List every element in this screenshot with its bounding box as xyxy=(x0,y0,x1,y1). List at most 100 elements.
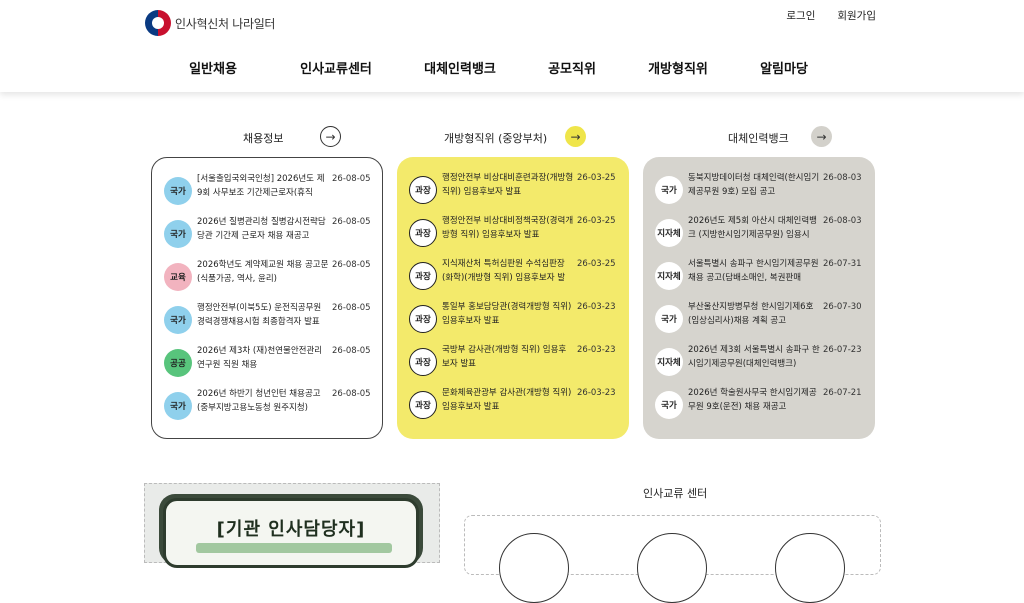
item-date: 26-07-30 xyxy=(823,302,862,312)
item-title: 동북지방데이터청 대체인력(한시임기제공무원 9호) 모집 공고 xyxy=(688,173,820,197)
category-badge: 국가 xyxy=(164,392,192,420)
category-badge: 과장 xyxy=(409,262,437,290)
main-nav: 일반채용 인사교류센터 대체인력뱅크 공모직위 개방형직위 알림마당 xyxy=(0,58,1024,78)
list-item[interactable]: 국가 [서울출입국외국인청] 2026년도 제9회 사무보조 기간제근로자(휴직 2… xyxy=(164,172,372,215)
hr-exchange-circle-1[interactable] xyxy=(499,533,569,603)
utility-nav: 로그인 회원가입 xyxy=(786,8,876,23)
item-title: 통일부 홍보담당관(경력개방형 직위) 임용후보자 발표 xyxy=(442,302,572,326)
list-item[interactable]: 국가 부산울산지방병무청 한시임기제6호(임상심리사)채용 계획 공고 26-07-… xyxy=(655,300,865,343)
list-item[interactable]: 과장 행정안전부 비상대비정책국장(경력개방형 직위) 임용후보자 발표 26-03… xyxy=(409,214,619,257)
nav-hr-exchange[interactable]: 인사교류센터 xyxy=(300,58,372,77)
item-date: 26-03-23 xyxy=(577,388,616,398)
nav-notice[interactable]: 알림마당 xyxy=(760,58,808,77)
list-item[interactable]: 공공 2026년 제3차 (재)천연물안전관리연구원 직원 채용 26-08-05 xyxy=(164,344,372,387)
item-title: 2026년 하반기 청년인턴 채용공고(중부지방고용노동청 원주지청) xyxy=(197,389,321,413)
item-title: 행정안전부 비상대비훈련과장(개방형 직위) 임용후보자 발표 xyxy=(442,173,574,197)
list-item[interactable]: 지자체 2026년도 제5회 아산시 대체인력뱅크 (지방한시임기제공무원) 임용… xyxy=(655,214,865,257)
item-date: 26-07-21 xyxy=(823,388,862,398)
item-date: 26-03-23 xyxy=(577,302,616,312)
nav-general-recruit[interactable]: 일반채용 xyxy=(189,58,237,77)
item-date: 26-07-23 xyxy=(823,345,862,355)
category-badge: 국가 xyxy=(164,177,192,205)
item-title: 2026년 제3회 서울특별시 송파구 한시임기제공무원(대체인력뱅크) xyxy=(688,345,820,369)
hr-exchange-circle-3[interactable] xyxy=(775,533,845,603)
hr-exchange-section-title: 인사교류 센터 xyxy=(643,487,708,500)
substitute-bank-header: 대체인력뱅크 → xyxy=(643,126,875,148)
category-badge: 과장 xyxy=(409,391,437,419)
category-badge: 지자체 xyxy=(655,348,683,376)
list-item[interactable]: 과장 문화체육관광부 감사관(개방형 직위) 임용후보자 발표 26-03-23 xyxy=(409,386,619,429)
item-date: 26-08-05 xyxy=(332,389,371,399)
item-date: 26-08-05 xyxy=(332,346,371,356)
item-date: 26-07-31 xyxy=(823,259,862,269)
item-title: [서울출입국외국인청] 2026년도 제9회 사무보조 기간제근로자(휴직 xyxy=(197,174,325,198)
hr-exchange-circle-2[interactable] xyxy=(637,533,707,603)
recruit-info-panel: 국가 [서울출입국외국인청] 2026년도 제9회 사무보조 기간제근로자(휴직 2… xyxy=(151,157,383,439)
item-date: 26-08-03 xyxy=(823,216,862,226)
list-item[interactable]: 국가 2026년 하반기 청년인턴 채용공고(중부지방고용노동청 원주지청) 26-… xyxy=(164,387,372,430)
item-title: 2026학년도 계약제교원 채용 공고문(식품가공, 역사, 윤리) xyxy=(197,260,329,284)
list-item[interactable]: 국가 행정안전부(이북5도) 운전직공무원 경력경쟁채용시험 최종합격자 발표 26… xyxy=(164,301,372,344)
list-item[interactable]: 국가 동북지방데이터청 대체인력(한시임기제공무원 9호) 모집 공고 26-08-… xyxy=(655,171,865,214)
open-position-panel: 과장 행정안전부 비상대비훈련과장(개방형 직위) 임용후보자 발표 26-03-2… xyxy=(397,157,629,439)
item-title: 지식재산처 특허심판원 수석심판장(화학)(개방형 직위) 임용후보자 발 xyxy=(442,259,566,283)
open-position-more-arrow-icon[interactable]: → xyxy=(565,126,586,147)
item-date: 26-08-05 xyxy=(332,260,371,270)
item-title: 국방부 감사관(개방형 직위) 임용후보자 발표 xyxy=(442,345,567,369)
site-logo[interactable]: 인사혁신처 나라일터 xyxy=(145,10,275,36)
login-link[interactable]: 로그인 xyxy=(786,8,815,23)
list-item[interactable]: 과장 통일부 홍보담당관(경력개방형 직위) 임용후보자 발표 26-03-23 xyxy=(409,300,619,343)
substitute-bank-more-arrow-icon[interactable]: → xyxy=(811,126,832,147)
banner-frame: [기관 인사담당자] xyxy=(159,494,423,568)
item-date: 26-03-25 xyxy=(577,216,616,226)
item-date: 26-08-05 xyxy=(332,217,371,227)
category-badge: 국가 xyxy=(164,306,192,334)
list-item[interactable]: 과장 행정안전부 비상대비훈련과장(개방형 직위) 임용후보자 발표 26-03-2… xyxy=(409,171,619,214)
category-badge: 과장 xyxy=(409,176,437,204)
item-title: 2026년 학술원사무국 한시임기제공무원 9호(운전) 채용 재공고 xyxy=(688,388,817,412)
list-item[interactable]: 과장 국방부 감사관(개방형 직위) 임용후보자 발표 26-03-23 xyxy=(409,343,619,386)
recruit-info-more-arrow-icon[interactable]: → xyxy=(320,126,341,147)
list-item[interactable]: 과장 지식재산처 특허심판원 수석심판장(화학)(개방형 직위) 임용후보자 발 2… xyxy=(409,257,619,300)
item-title: 2026년 질병관리청 질병감시전략담당관 기간제 근로자 채용 재공고 xyxy=(197,217,326,241)
category-badge: 과장 xyxy=(409,305,437,333)
nav-open-type-position[interactable]: 개방형직위 xyxy=(648,58,708,77)
item-date: 26-08-05 xyxy=(332,303,371,313)
banner-subtext-decoration xyxy=(196,543,392,553)
open-position-header: 개방형직위 (중앙부처) → xyxy=(397,126,629,148)
list-item[interactable]: 국가 2026년 질병관리청 질병감시전략담당관 기간제 근로자 채용 재공고 26… xyxy=(164,215,372,258)
list-item[interactable]: 지자체 서울특별시 송파구 한시임기제공무원 채용 공고(담배소매인, 복권판매 2… xyxy=(655,257,865,300)
item-title: 행정안전부(이북5도) 운전직공무원 경력경쟁채용시험 최종합격자 발표 xyxy=(197,303,322,327)
logo-text: 인사혁신처 나라일터 xyxy=(175,16,276,31)
banner-card: [기관 인사담당자] xyxy=(163,498,419,568)
list-item[interactable]: 교육 2026학년도 계약제교원 채용 공고문(식품가공, 역사, 윤리) 26-0… xyxy=(164,258,372,301)
item-date: 26-08-03 xyxy=(823,173,862,183)
category-badge: 국가 xyxy=(655,391,683,419)
item-date: 26-03-23 xyxy=(577,345,616,355)
category-badge: 지자체 xyxy=(655,219,683,247)
category-badge: 과장 xyxy=(409,348,437,376)
open-position-title: 개방형직위 (중앙부처) xyxy=(444,132,548,145)
hr-manager-banner[interactable]: [기관 인사담당자] xyxy=(144,483,440,568)
list-item[interactable]: 지자체 2026년 제3회 서울특별시 송파구 한시임기제공무원(대체인력뱅크) 2… xyxy=(655,343,865,386)
item-date: 26-03-25 xyxy=(577,173,616,183)
substitute-bank-title: 대체인력뱅크 xyxy=(728,132,789,145)
category-badge: 지자체 xyxy=(655,262,683,290)
hr-exchange-box xyxy=(464,515,881,603)
nav-substitute-bank[interactable]: 대체인력뱅크 xyxy=(424,58,496,77)
item-title: 2026년 제3차 (재)천연물안전관리연구원 직원 채용 xyxy=(197,346,323,370)
government-emblem-icon xyxy=(145,10,171,36)
category-badge: 공공 xyxy=(164,349,192,377)
site-header: 인사혁신처 나라일터 로그인 회원가입 일반채용 인사교류센터 대체인력뱅크 공… xyxy=(0,0,1024,92)
recruit-info-header: 채용정보 → xyxy=(151,126,383,148)
substitute-bank-panel: 국가 동북지방데이터청 대체인력(한시임기제공무원 9호) 모집 공고 26-08-… xyxy=(643,157,875,439)
list-item[interactable]: 국가 2026년 학술원사무국 한시임기제공무원 9호(운전) 채용 재공고 26-… xyxy=(655,386,865,429)
nav-open-position[interactable]: 공모직위 xyxy=(548,58,596,77)
category-badge: 교육 xyxy=(164,263,192,291)
item-title: 행정안전부 비상대비정책국장(경력개방형 직위) 임용후보자 발표 xyxy=(442,216,574,240)
signup-link[interactable]: 회원가입 xyxy=(837,8,876,23)
item-title: 문화체육관광부 감사관(개방형 직위) 임용후보자 발표 xyxy=(442,388,572,412)
item-date: 26-08-05 xyxy=(332,174,371,184)
item-title: 2026년도 제5회 아산시 대체인력뱅크 (지방한시임기제공무원) 임용시 xyxy=(688,216,817,240)
category-badge: 과장 xyxy=(409,219,437,247)
